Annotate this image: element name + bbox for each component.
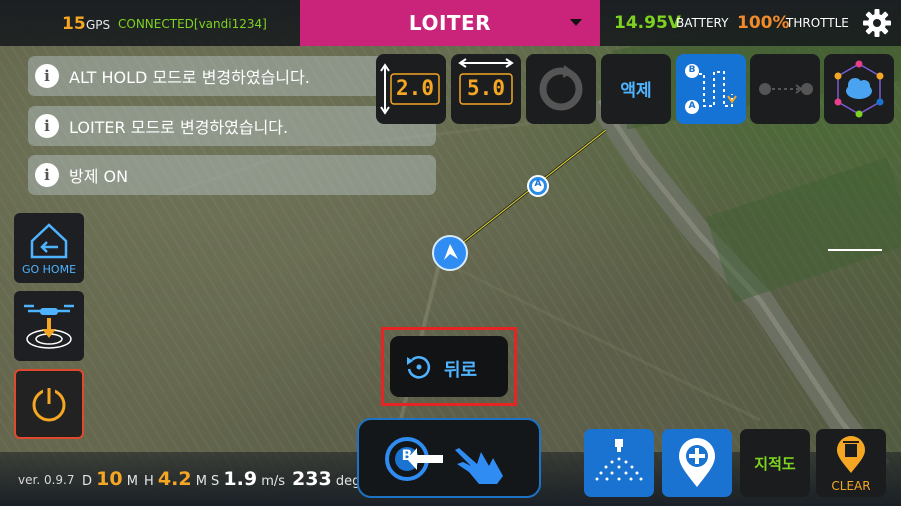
power-icon bbox=[32, 385, 66, 422]
height-unit: M bbox=[195, 474, 207, 489]
cadastral-map-button[interactable]: 지적도 bbox=[740, 429, 810, 497]
gps-label: GPS bbox=[86, 18, 111, 32]
cloud-network-icon bbox=[834, 60, 884, 118]
info-icon: i bbox=[35, 163, 59, 187]
waypoint-a-label: A bbox=[534, 179, 542, 189]
gps-satellite-count: 15 bbox=[62, 14, 86, 34]
back-label: 뒤로 bbox=[444, 360, 478, 381]
cloud-network-button[interactable] bbox=[824, 54, 894, 124]
refresh-button[interactable] bbox=[526, 54, 596, 124]
altitude-setting-button[interactable]: 2.0 bbox=[376, 54, 446, 124]
refresh-icon bbox=[539, 65, 583, 111]
heading-readout: 233 deg bbox=[292, 468, 360, 490]
distance-label: D bbox=[82, 474, 93, 489]
drone-land-icon bbox=[24, 304, 74, 349]
ab-line-button[interactable] bbox=[750, 54, 820, 124]
notification-message: i LOITER 모드로 변경하였습니다. bbox=[28, 106, 436, 146]
chevron-down-icon bbox=[570, 19, 582, 26]
back-button[interactable]: 뒤로 bbox=[390, 336, 508, 397]
height-label: H bbox=[144, 474, 154, 489]
notification-text: LOITER 모드로 변경하였습니다. bbox=[69, 118, 289, 137]
heading-value: 233 bbox=[292, 468, 332, 490]
go-home-label: GO HOME bbox=[21, 263, 77, 276]
clear-label: CLEAR bbox=[831, 479, 871, 493]
height-readout: H 4.2 M bbox=[144, 468, 207, 490]
route-pattern-button[interactable]: B A bbox=[676, 54, 746, 124]
notification-text: ALT HOLD 모드로 변경하였습니다. bbox=[69, 68, 310, 87]
battery-label: BATTERY bbox=[676, 16, 729, 30]
speed-unit: m/s bbox=[261, 474, 286, 489]
hand-tap-b-icon bbox=[385, 437, 503, 484]
liquid-mode-button[interactable]: 액제 bbox=[601, 54, 671, 124]
battery-voltage: 14.95V bbox=[614, 13, 681, 33]
location-pin-plus-icon bbox=[679, 438, 715, 487]
back-button-highlight: 뒤로 bbox=[381, 327, 517, 406]
point-b-label: B bbox=[401, 448, 413, 464]
waypoint-a-marker[interactable]: A bbox=[526, 174, 550, 198]
distance-value: 10 bbox=[96, 468, 123, 490]
app-version: ver. 0.9.7 bbox=[18, 473, 75, 487]
notification-message: i 방제 ON bbox=[28, 155, 436, 195]
land-button[interactable] bbox=[14, 291, 84, 361]
add-waypoint-button[interactable] bbox=[662, 429, 732, 497]
throttle-value: 100% bbox=[737, 13, 790, 33]
distance-readout: D 10 M bbox=[82, 468, 138, 490]
altitude-value: 2.0 bbox=[396, 76, 434, 100]
distance-unit: M bbox=[126, 474, 138, 489]
undo-icon bbox=[407, 356, 431, 379]
speed-readout: S 1.9 m/s bbox=[211, 468, 285, 490]
go-home-button[interactable]: GO HOME bbox=[14, 213, 84, 283]
speed-label: S bbox=[211, 474, 220, 489]
info-icon: i bbox=[35, 64, 59, 88]
set-point-b-button[interactable]: B bbox=[357, 418, 541, 498]
notification-message: i ALT HOLD 모드로 변경하였습니다. bbox=[28, 56, 436, 96]
flight-mode-label: LOITER bbox=[408, 11, 492, 35]
drone-location-icon bbox=[432, 235, 468, 271]
spray-nozzle-icon bbox=[595, 439, 643, 481]
gear-icon[interactable] bbox=[862, 8, 892, 38]
connection-status: CONNECTED[vandi1234] bbox=[118, 17, 267, 31]
spray-width-value: 5.0 bbox=[467, 76, 505, 100]
spray-width-button[interactable]: 5.0 bbox=[451, 54, 521, 124]
info-icon: i bbox=[35, 114, 59, 138]
throttle-label: THROTTLE bbox=[786, 16, 849, 30]
clear-button[interactable]: CLEAR bbox=[816, 429, 886, 497]
cadastral-map-label: 지적도 bbox=[754, 455, 796, 473]
spray-button[interactable] bbox=[584, 429, 654, 497]
power-button[interactable] bbox=[14, 369, 84, 439]
route-point-b: B bbox=[688, 65, 696, 75]
speed-value: 1.9 bbox=[223, 468, 258, 490]
route-point-a: A bbox=[688, 101, 696, 111]
height-value: 4.2 bbox=[157, 468, 192, 490]
notification-text: 방제 ON bbox=[69, 167, 129, 186]
ab-line-icon bbox=[759, 83, 813, 95]
liquid-label: 액제 bbox=[620, 81, 652, 101]
flight-mode-dropdown[interactable]: LOITER bbox=[300, 0, 600, 46]
